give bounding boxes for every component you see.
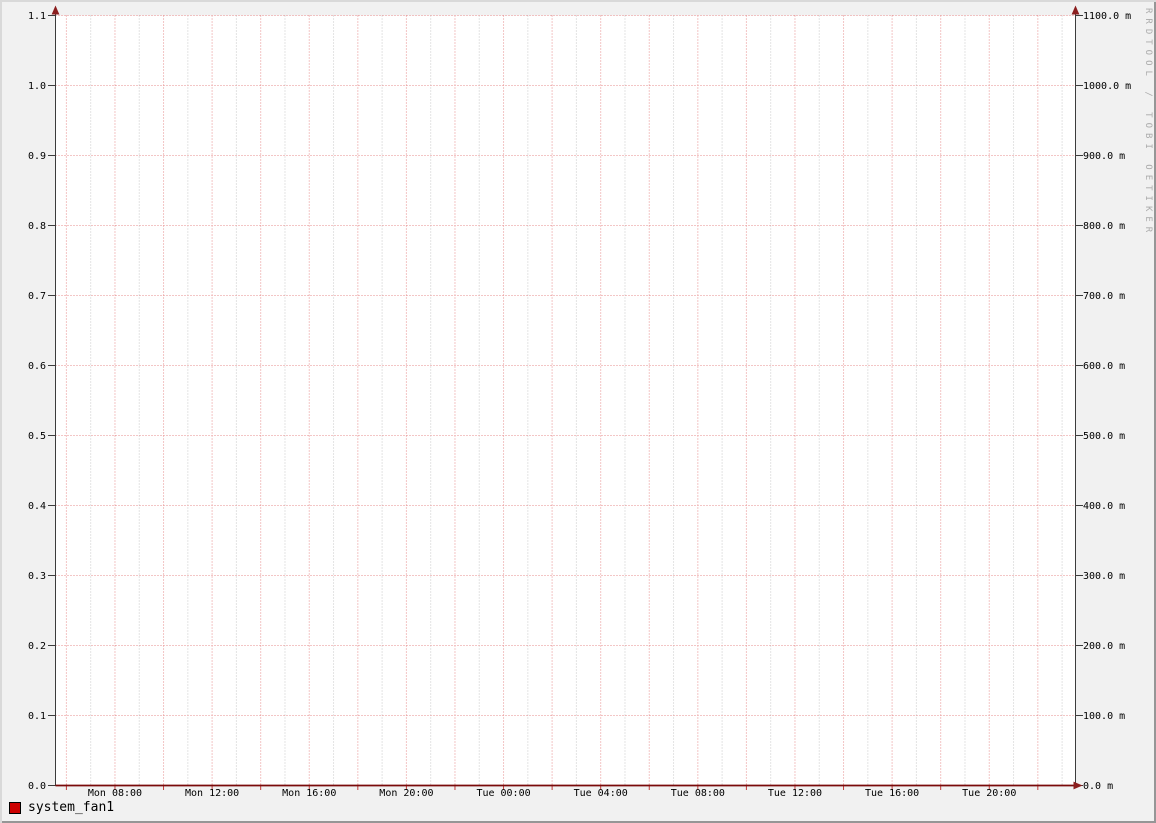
y-left-tick-label: 0.0: [28, 781, 46, 792]
rrdtool-watermark: RRDTOOL / TOBI OETIKER: [1143, 8, 1153, 238]
y-right-tick-label: 300.0 m: [1083, 571, 1125, 582]
y-right-tick-label: 200.0 m: [1083, 641, 1125, 652]
y-left-tick-label: 0.6: [28, 361, 46, 372]
y-left-tick-label: 1.1: [28, 11, 46, 22]
y-axis-left-ticks: [48, 15, 56, 786]
legend-label-system_fan1: system_fan1: [28, 800, 115, 815]
y-left-tick-label: 0.8: [28, 221, 46, 232]
y-left-tick-label: 0.1: [28, 711, 46, 722]
y-right-tick-label: 100.0 m: [1083, 711, 1125, 722]
y-right-tick-label: 500.0 m: [1083, 431, 1125, 442]
y-axis-right-ticks: [1075, 15, 1083, 786]
rrdtool-graph-frame: Mon 08:00 Mon 12:00 Mon 16:00 Mon 20:00 Tue …: [0, 0, 1156, 823]
y-right-tick-label: 1100.0 m: [1083, 11, 1131, 22]
y-left-tick-label: 0.3: [28, 571, 46, 582]
x-tick-label: Tue 08:00: [671, 788, 725, 799]
y-left-tick-label: 0.7: [28, 291, 46, 302]
y-right-tick-label: 900.0 m: [1083, 151, 1125, 162]
x-tick-label: Tue 12:00: [768, 788, 822, 799]
y-left-tick-label: 1.0: [28, 81, 46, 92]
legend-swatch-system_fan1: [9, 802, 21, 814]
y-left-tick-label: 0.2: [28, 641, 46, 652]
y-right-tick-label: 700.0 m: [1083, 291, 1125, 302]
x-tick-label: Mon 16:00: [282, 788, 336, 799]
x-tick-label: Mon 20:00: [379, 788, 433, 799]
y-right-arrowhead: [1071, 5, 1080, 15]
y-right-tick-label: 600.0 m: [1083, 361, 1125, 372]
x-tick-label: Mon 12:00: [185, 788, 239, 799]
y-left-tick-label: 0.5: [28, 431, 46, 442]
x-tick-label: Tue 04:00: [574, 788, 628, 799]
x-tick-label: Mon 08:00: [88, 788, 142, 799]
legend: system_fan1: [9, 801, 114, 815]
x-tick-label: Tue 20:00: [962, 788, 1016, 799]
chart-canvas: Mon 08:00 Mon 12:00 Mon 16:00 Mon 20:00 Tue …: [28, 5, 1131, 799]
y-left-arrowhead: [51, 5, 60, 15]
y-left-tick-label: 0.9: [28, 151, 46, 162]
y-right-tick-label: 800.0 m: [1083, 221, 1125, 232]
x-tick-label: Tue 16:00: [865, 788, 919, 799]
y-axis-right-labels: 1100.0 m 1000.0 m 900.0 m 800.0 m 700.0 m 600…: [1083, 11, 1131, 792]
y-left-tick-label: 0.4: [28, 501, 46, 512]
x-tick-label: Tue 00:00: [476, 788, 530, 799]
y-right-tick-label: 1000.0 m: [1083, 81, 1131, 92]
x-arrowhead: [1073, 781, 1083, 790]
y-right-tick-label: 0.0 m: [1083, 781, 1113, 792]
y-axis-left-labels: 1.1 1.0 0.9 0.8 0.7 0.6 0.5 0.4 0.3 0.2 0.1 0.0: [28, 11, 46, 792]
y-right-tick-label: 400.0 m: [1083, 501, 1125, 512]
plot-canvas: [55, 15, 1076, 786]
